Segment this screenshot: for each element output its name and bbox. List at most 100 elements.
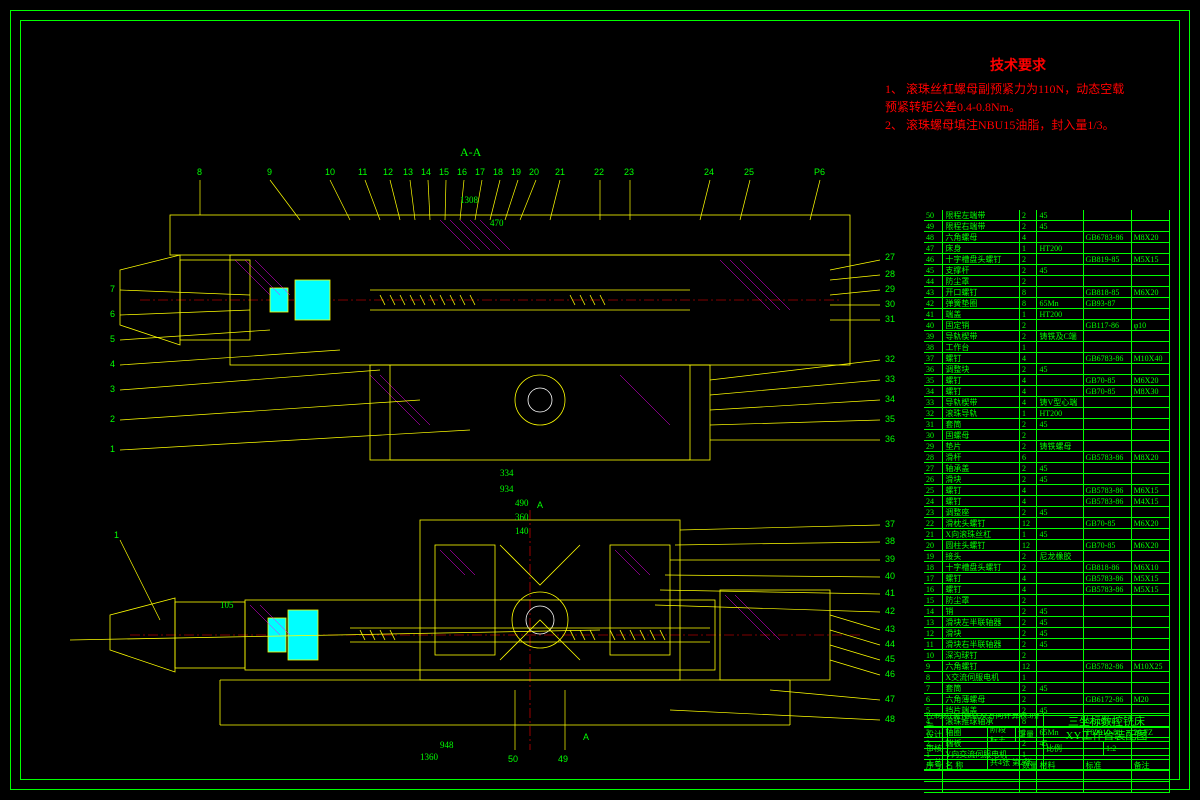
tb-project: 三坐标数控铣床	[1044, 714, 1170, 727]
svg-text:27: 27	[885, 252, 895, 262]
svg-text:31: 31	[885, 314, 895, 324]
bom-row: 16螺钉4GB5783-86M5X15	[924, 584, 1170, 595]
svg-text:35: 35	[885, 414, 895, 424]
bom-row: 40固定销2GB117-86φ10	[924, 320, 1170, 331]
svg-text:48: 48	[885, 714, 895, 724]
svg-text:24: 24	[704, 167, 714, 177]
bom-row: 32滚珠导轨1HT200	[924, 408, 1170, 419]
svg-text:1: 1	[110, 444, 115, 454]
bom-row: 50限程左端带245	[924, 210, 1170, 221]
svg-text:25: 25	[744, 167, 754, 177]
svg-text:23: 23	[624, 167, 634, 177]
svg-text:50: 50	[508, 754, 518, 764]
bom-row: 34螺钉4GB70-85M8X30	[924, 386, 1170, 397]
bom-row: 45支撑杆245	[924, 265, 1170, 276]
bom-row: 43开口螺钉8GB818-85M6X20	[924, 287, 1170, 298]
svg-text:38: 38	[885, 536, 895, 546]
tb-chk-lbl: 审核	[924, 742, 948, 755]
svg-text:47: 47	[885, 694, 895, 704]
bom-row: 28滑杆6GB5783-86M8X20	[924, 452, 1170, 463]
svg-text:42: 42	[885, 606, 895, 616]
bom-row: 11滑块右半联轴器245	[924, 639, 1170, 650]
svg-text:9: 9	[267, 167, 272, 177]
bom-row: 35螺钉4GB70-85M6X20	[924, 375, 1170, 386]
svg-text:12: 12	[383, 167, 393, 177]
bom-row: 39导轨楔带2铸铁及C端	[924, 331, 1170, 342]
tb-des-lbl: 设计	[924, 728, 948, 741]
dim-140: 140	[515, 526, 529, 536]
svg-text:4: 4	[110, 359, 115, 369]
bom-row: 46十字槽盘头螺钉2GB819-85M5X15	[924, 254, 1170, 265]
svg-text:32: 32	[885, 354, 895, 364]
req-line1: 1、 滚珠丝杠螺母副预紧力为110N，动态空载	[885, 80, 1175, 98]
bom-row: 23调整座245	[924, 507, 1170, 518]
bom-row: 48六角螺母4GB6783-86M8X20	[924, 232, 1170, 243]
svg-text:36: 36	[885, 434, 895, 444]
bom-row: 13滑块左半联轴器245	[924, 617, 1170, 628]
arrow-a-top: A	[537, 500, 543, 510]
bom-table: 50限程左端带24549限程右端带24548六角螺母4GB6783-86M8X2…	[924, 210, 1170, 793]
tb-drawing: XY工作台装配图	[1044, 728, 1170, 741]
bom-row: 22滑枕头螺钉12GB70-85M6X20	[924, 518, 1170, 529]
arrow-a-bot: A	[583, 732, 589, 742]
bom-row: 25螺钉4GB5783-86M6X15	[924, 485, 1170, 496]
tb-mass: 重量	[1016, 728, 1044, 741]
svg-text:33: 33	[885, 374, 895, 384]
tb-stage: 阶段标志	[988, 728, 1016, 741]
section-label: A-A	[460, 145, 481, 160]
bom-row: 37螺钉4GB6783-86M10X40	[924, 353, 1170, 364]
dim-1360: 1360	[420, 752, 438, 762]
bom-row: 42弹簧垫圈865MnGB93-87	[924, 298, 1170, 309]
svg-text:17: 17	[475, 167, 485, 177]
bom-row: 47床身1HT200	[924, 243, 1170, 254]
bom-row: 49限程右端带245	[924, 221, 1170, 232]
svg-text:8: 8	[197, 167, 202, 177]
bom-row: 31套筒245	[924, 419, 1170, 430]
svg-text:20: 20	[529, 167, 539, 177]
svg-text:22: 22	[594, 167, 604, 177]
bom-row: 26滑块245	[924, 474, 1170, 485]
bom-row: 7套筒245	[924, 683, 1170, 694]
bom-row: 21X向滚珠丝杠145	[924, 529, 1170, 540]
bom-row: 15防尘罩2	[924, 595, 1170, 606]
svg-text:13: 13	[403, 167, 413, 177]
bom-row: 9六角螺钉12GB5782-86M10X25	[924, 661, 1170, 672]
svg-text:10: 10	[325, 167, 335, 177]
bom-row: 38工作台1	[924, 342, 1170, 353]
req-line1b: 预紧转矩公差0.4-0.8Nm。	[885, 98, 1175, 116]
bom-row: 17螺钉4GB5783-86M5X15	[924, 573, 1170, 584]
svg-text:1: 1	[114, 530, 119, 540]
dim-470: 470	[490, 218, 504, 228]
section-view-aa: 89 1011 1213 1415 1617 1819 2021 2223 24…	[70, 160, 910, 480]
dim-334: 334	[500, 468, 514, 478]
svg-text:45: 45	[885, 654, 895, 664]
bom-row: 14销245	[924, 606, 1170, 617]
svg-text:5: 5	[110, 334, 115, 344]
bom-row: 24螺钉4GB5783-86M4X15	[924, 496, 1170, 507]
requirements-title: 技术要求	[990, 55, 1046, 75]
bom-row: 18十字槽盘头螺钉2GB818-86M6X10	[924, 562, 1170, 573]
bom-row: 19接头2尼龙橡胶	[924, 551, 1170, 562]
dim-1308: 1308	[460, 195, 478, 205]
tb-sheet: 共4张 第2张	[988, 756, 1044, 769]
svg-text:11: 11	[358, 167, 367, 177]
svg-text:7: 7	[110, 284, 115, 294]
svg-text:30: 30	[885, 299, 895, 309]
svg-text:P6: P6	[814, 167, 825, 177]
tb-scale: 1:2	[1104, 742, 1170, 755]
svg-text:43: 43	[885, 624, 895, 634]
tb-note: 控制系(需)导轨及方向计算表3所示	[924, 714, 1044, 727]
dim-490: 490	[515, 498, 529, 508]
bom-row: 29垫片2铸铁螺母	[924, 441, 1170, 452]
bom-row: 20圆柱头螺钉12GB70-85M6X20	[924, 540, 1170, 551]
svg-text:14: 14	[421, 167, 431, 177]
svg-text:39: 39	[885, 554, 895, 564]
svg-text:40: 40	[885, 571, 895, 581]
svg-text:28: 28	[885, 269, 895, 279]
svg-text:6: 6	[110, 309, 115, 319]
svg-text:2: 2	[110, 414, 115, 424]
bom-row: 6六角薄螺母2GB6172-86M20	[924, 694, 1170, 705]
svg-text:37: 37	[885, 519, 895, 529]
svg-text:3: 3	[110, 384, 115, 394]
svg-text:34: 34	[885, 394, 895, 404]
